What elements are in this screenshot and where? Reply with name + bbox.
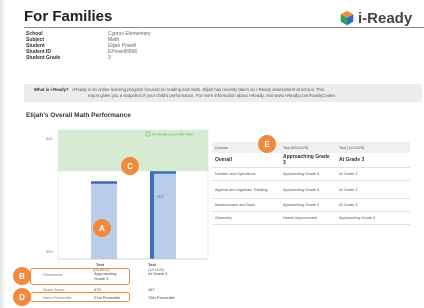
table-cell: Number and Operations — [212, 167, 280, 181]
table-cell: Algebra and Algebraic Thinking — [212, 180, 280, 199]
table-row: Algebra and Algebraic Thinking Approachi… — [212, 180, 410, 199]
table-row: Measurement and Data Approaching Grade 3… — [212, 198, 410, 212]
table-cell: Measurement and Data — [212, 198, 280, 212]
table-header-row: Domain Test (09/16/20) Test (12/14/20) — [212, 142, 410, 153]
table-cell: Approaching Grade 3 — [280, 153, 336, 168]
table-cell: At Grade 3 — [336, 198, 410, 212]
table-cell: Needs Improvement — [280, 211, 336, 225]
norm-value-2: 76th Percentile — [148, 295, 175, 300]
x-label-test-2: Test — [148, 262, 157, 267]
table-row-overall: Overall Approaching Grade 3 At Grade 3 — [212, 153, 410, 168]
table-header: Test (09/16/20) — [280, 142, 336, 153]
bar-test-2-edge — [150, 171, 154, 259]
callout-marker-b: B — [13, 267, 31, 285]
table-cell: Approaching Grade 3 — [336, 211, 410, 225]
table-cell: At Grade 3 — [336, 180, 410, 199]
callout-marker-e: E — [258, 135, 276, 153]
table-cell: Approaching Grade 3 — [280, 180, 336, 199]
report-page: For Families i-Ready School Cyprus Eleme… — [0, 0, 424, 308]
callout-marker-a: A — [93, 219, 111, 237]
y-tick-top: 540 — [46, 136, 53, 141]
callout-marker-c: C — [121, 157, 139, 175]
table-row: Number and Operations Approaching Grade … — [212, 167, 410, 181]
table-cell: At Grade 3 — [336, 167, 410, 181]
change-label: +17 — [156, 194, 164, 199]
x-label-test-1: Test — [96, 262, 105, 267]
callout-marker-d: D — [13, 288, 31, 306]
scale-value-2: 487 — [148, 287, 155, 292]
placement-label: Placement — [43, 272, 62, 277]
legend-label: On Grade Level (487–540) — [152, 133, 194, 137]
table-cell: Approaching Grade 3 — [280, 167, 336, 181]
bar-test-1-cap — [91, 181, 117, 184]
table-cell: Approaching Grade 3 — [280, 198, 336, 212]
domain-table-grid: Domain Test (09/16/20) Test (12/14/20) O… — [212, 142, 410, 225]
norm-label: Norm Percentile — [43, 295, 72, 300]
table-row: Geometry Needs Improvement Approaching G… — [212, 211, 410, 225]
table-cell: Geometry — [212, 211, 280, 225]
y-tick-bottom: 350 — [46, 249, 53, 254]
norm-value-1: 21st Percentile — [94, 295, 121, 300]
table-cell: Overall — [212, 153, 280, 168]
domain-table: Domain Test (09/16/20) Test (12/14/20) O… — [212, 142, 410, 225]
table-header: Test (12/14/20) — [336, 142, 410, 153]
placement-value-2: At Grade 3 — [148, 271, 168, 276]
table-cell: At Grade 3 — [336, 153, 410, 168]
placement-value-1: Approaching Grade 3 — [94, 271, 117, 281]
